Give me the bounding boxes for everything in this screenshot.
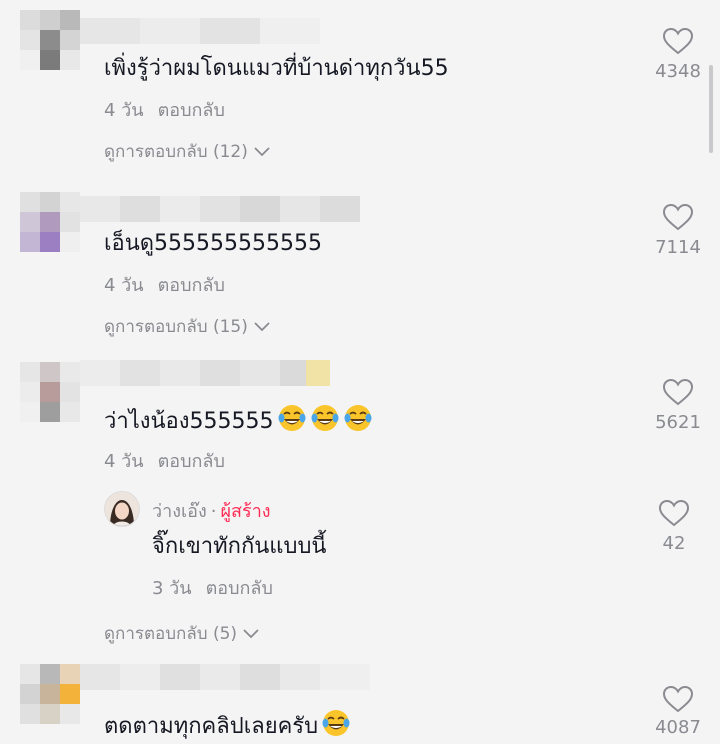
avatar[interactable] xyxy=(20,362,80,422)
like-count: 4087 xyxy=(655,717,701,738)
face-with-tears-of-joy-icon xyxy=(344,405,371,431)
comment-text: เอ็นดู555555555555 xyxy=(104,231,323,256)
reply-meta: 3 วัน ตอบกลับ xyxy=(152,573,273,602)
avatar[interactable] xyxy=(104,491,140,527)
username-blurred[interactable] xyxy=(80,360,330,386)
like-count: 4348 xyxy=(655,61,701,82)
comment-text: ตดตามทุกคลิปเลยครับ xyxy=(104,708,351,742)
like-button[interactable]: 5621 xyxy=(643,379,713,433)
avatar[interactable] xyxy=(20,192,80,252)
face-with-tears-of-joy-icon xyxy=(278,405,305,431)
reply-author: ว่างเอ๊ง · ผู้สร้าง xyxy=(152,496,271,525)
username-blurred[interactable] xyxy=(80,664,370,690)
view-replies-label: ดูการตอบกลับ (12) xyxy=(104,142,248,162)
separator: · xyxy=(210,501,217,522)
creator-badge: ผู้สร้าง xyxy=(220,501,271,522)
comment-time: 4 วัน xyxy=(104,100,144,121)
avatar[interactable] xyxy=(20,664,80,724)
heart-outline-icon xyxy=(663,686,693,713)
heart-outline-icon xyxy=(663,204,693,231)
like-count: 5621 xyxy=(655,412,701,433)
comment-meta: 4 วัน ตอบกลับ xyxy=(104,95,225,124)
heart-outline-icon xyxy=(663,28,693,55)
reply-button[interactable]: ตอบกลับ xyxy=(158,100,225,121)
reply-button[interactable]: ตอบกลับ xyxy=(158,275,225,296)
chevron-down-icon xyxy=(254,321,270,331)
comment-text: เพิ่งรู้ว่าผมโดนแมวที่บ้านด่าทุกวัน55 xyxy=(104,56,449,81)
comment-time: 4 วัน xyxy=(104,451,144,472)
like-button[interactable]: 4348 xyxy=(643,28,713,82)
face-with-tears-of-joy-icon xyxy=(311,405,338,431)
heart-outline-icon xyxy=(663,379,693,406)
chevron-down-icon xyxy=(254,146,270,156)
creator-avatar-image xyxy=(105,492,139,526)
view-replies-button[interactable]: ดูการตอบกลับ (5) xyxy=(104,620,259,647)
view-replies-button[interactable]: ดูการตอบกลับ (12) xyxy=(104,138,270,165)
comment-text: ว่าไงน้อง555555 xyxy=(104,403,373,437)
comment-text-body: ตดตามทุกคลิปเลยครับ xyxy=(104,714,319,739)
avatar[interactable] xyxy=(20,10,80,70)
view-replies-label: ดูการตอบกลับ (5) xyxy=(104,624,238,644)
face-with-tears-of-joy-icon xyxy=(322,710,350,736)
like-count: 42 xyxy=(662,533,686,554)
like-button[interactable]: 7114 xyxy=(643,204,713,258)
reply-time: 3 วัน xyxy=(152,578,192,599)
reply-text: จิ๊กเขาทักกันแบบนี้ xyxy=(152,534,327,559)
reply-like-button[interactable]: 42 xyxy=(639,500,709,554)
username-blurred[interactable] xyxy=(80,18,320,44)
comment-text-body: ว่าไงน้อง555555 xyxy=(104,409,274,434)
heart-outline-icon xyxy=(659,500,689,527)
reply-button[interactable]: ตอบกลับ xyxy=(158,451,225,472)
view-replies-label: ดูการตอบกลับ (15) xyxy=(104,317,248,337)
scrollbar[interactable] xyxy=(709,65,713,153)
chevron-down-icon xyxy=(243,628,259,638)
reply-button[interactable]: ตอบกลับ xyxy=(206,578,273,599)
like-button[interactable]: 4087 xyxy=(643,686,713,738)
comment-meta: 4 วัน ตอบกลับ xyxy=(104,446,225,475)
reply-author-name[interactable]: ว่างเอ๊ง xyxy=(152,501,207,522)
view-replies-button[interactable]: ดูการตอบกลับ (15) xyxy=(104,313,270,340)
comment-meta: 4 วัน ตอบกลับ xyxy=(104,270,225,299)
username-blurred[interactable] xyxy=(80,196,360,222)
like-count: 7114 xyxy=(655,237,701,258)
comment-time: 4 วัน xyxy=(104,275,144,296)
